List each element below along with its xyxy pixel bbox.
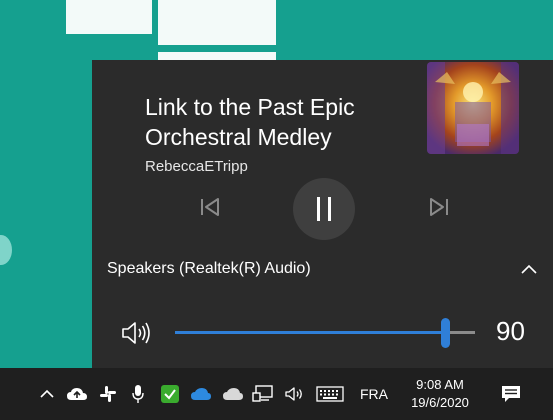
next-track-button[interactable] — [424, 192, 454, 222]
audio-device-label: Speakers (Realtek(R) Audio) — [107, 260, 311, 277]
volume-flyout: Link to the Past Epic Orchestral Medley … — [92, 60, 553, 368]
show-hidden-icons-button[interactable] — [36, 368, 58, 420]
previous-track-icon — [201, 198, 219, 216]
media-title: Link to the Past Epic Orchestral Medley — [145, 94, 355, 150]
windows-logo-tile-left — [66, 0, 152, 34]
tray-touch-keyboard[interactable] — [314, 368, 346, 420]
chevron-up-icon — [40, 389, 54, 398]
tray-security[interactable] — [158, 368, 182, 420]
volume-slider-thumb[interactable] — [441, 318, 450, 348]
action-center-button[interactable] — [494, 368, 528, 420]
audio-device-selector[interactable]: Speakers (Realtek(R) Audio) — [92, 250, 553, 290]
microphone-icon — [132, 385, 144, 403]
media-artist: RebeccaETripp — [145, 158, 248, 175]
clock-time: 9:08 AM — [416, 377, 464, 392]
security-shield-check-icon — [161, 385, 179, 403]
network-ethernet-icon — [252, 385, 273, 402]
chevron-up-icon[interactable] — [520, 262, 538, 276]
windows-logo-tile-right — [158, 0, 276, 45]
input-language-indicator[interactable]: FRA — [357, 368, 391, 420]
taskbar: FRA 9:08 AM 19/6/2020 — [0, 368, 553, 420]
pause-icon — [317, 197, 331, 221]
volume-slider[interactable] — [175, 318, 475, 348]
volume-slider-fill — [175, 331, 445, 334]
tray-slack[interactable] — [96, 368, 120, 420]
speaker-mute-button[interactable] — [120, 318, 154, 348]
cloud-icon — [223, 388, 243, 400]
tray-onedrive-personal[interactable] — [220, 368, 246, 420]
windows-logo-tile-bottom — [158, 52, 276, 60]
clock-date-button[interactable]: 9:08 AM 19/6/2020 — [400, 368, 480, 420]
play-pause-button[interactable] — [293, 178, 355, 240]
clock-date: 19/6/2020 — [411, 395, 469, 410]
previous-track-button[interactable] — [195, 192, 225, 222]
tray-network[interactable] — [250, 368, 276, 420]
speaker-icon — [285, 387, 302, 401]
tray-microphone[interactable] — [128, 368, 148, 420]
cloud-upload-icon — [67, 388, 87, 400]
onedrive-cloud-icon — [191, 388, 211, 400]
slack-icon — [100, 386, 116, 402]
next-track-icon — [430, 198, 448, 216]
desktop-edge-indicator — [0, 235, 12, 265]
album-art-thumbnail — [427, 62, 519, 154]
volume-value: 90 — [496, 316, 525, 346]
tray-volume[interactable] — [282, 368, 308, 420]
tray-onedrive[interactable] — [188, 368, 214, 420]
keyboard-icon — [316, 386, 344, 402]
notifications-icon — [502, 386, 520, 402]
speaker-icon — [122, 322, 150, 344]
tray-cloud-upload[interactable] — [64, 368, 90, 420]
